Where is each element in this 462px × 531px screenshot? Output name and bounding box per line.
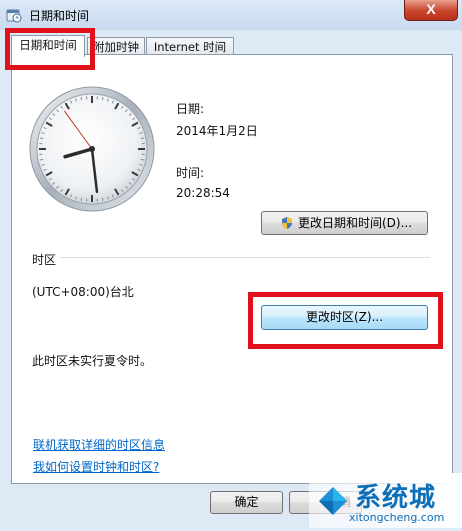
clock-minute-mark xyxy=(81,97,82,100)
change-timezone-button[interactable]: 更改时区(Z)... xyxy=(261,305,428,330)
watermark-url: xitongcheng.com xyxy=(349,511,444,524)
clock-minute-mark xyxy=(40,159,43,160)
clock-calendar-icon xyxy=(6,7,22,23)
ok-button[interactable]: 确定 xyxy=(210,491,283,514)
clock-minute-mark xyxy=(40,138,43,139)
watermark: 系统城 xitongcheng.com xyxy=(309,473,462,528)
tab-date-time[interactable]: 日期和时间 xyxy=(11,35,85,57)
change-date-time-label: 更改日期和时间(D)... xyxy=(298,212,412,234)
date-value: 2014年1月2日 xyxy=(176,122,258,139)
clock-minute-mark xyxy=(141,159,144,160)
timezone-heading: 时区 xyxy=(32,251,56,268)
window-title: 日期和时间 xyxy=(29,7,89,24)
dst-note: 此时区未实行夏令时。 xyxy=(32,352,152,369)
how-to-set-clock-link[interactable]: 我如何设置时钟和时区? xyxy=(33,458,159,475)
clock-minute-mark xyxy=(102,198,103,201)
clock-minute-mark xyxy=(81,198,82,201)
date-label: 日期: xyxy=(176,100,204,117)
shield-icon xyxy=(280,216,294,230)
title-bar: 日期和时间 X xyxy=(0,0,462,30)
timezone-separator xyxy=(60,257,430,258)
time-value: 20:28:54 xyxy=(176,186,230,200)
watermark-brand: 系统城 xyxy=(355,477,436,514)
time-label: 时间: xyxy=(176,164,204,181)
clock-minute-mark xyxy=(141,138,144,139)
analog-clock xyxy=(29,86,155,212)
timezone-value: (UTC+08:00)台北 xyxy=(32,283,134,300)
close-button[interactable]: X xyxy=(404,0,458,21)
clock-minute-mark xyxy=(102,97,103,100)
change-date-time-button[interactable]: 更改日期和时间(D)... xyxy=(261,211,428,235)
online-timezone-info-link[interactable]: 联机获取详细的时区信息 xyxy=(33,436,165,453)
